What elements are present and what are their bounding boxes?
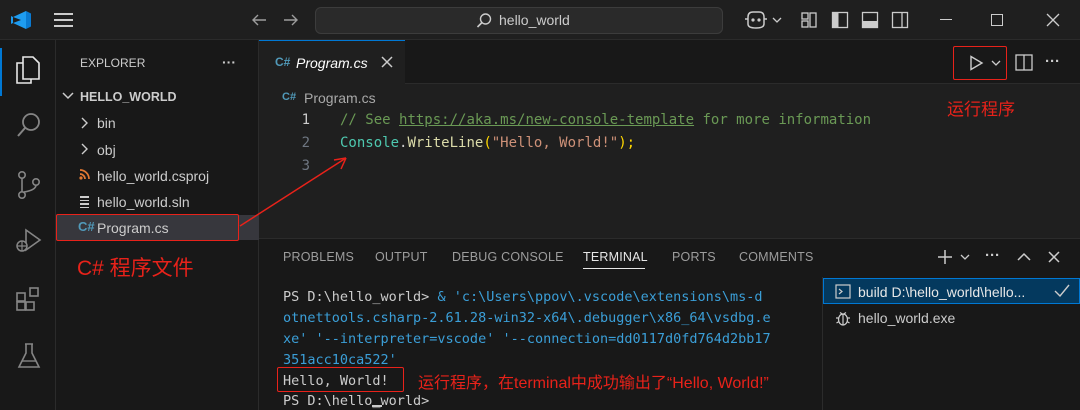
terminal-line: PS D:\hello_world> & 'c:\Users\ppov\.vsc… — [283, 289, 763, 305]
check-icon — [1054, 284, 1070, 297]
comment-link[interactable]: https://aka.ms/new-console-template — [399, 112, 694, 128]
search-view-icon[interactable] — [16, 112, 42, 140]
tree-item-label: hello_world.sln — [97, 194, 190, 210]
chevron-right-icon — [81, 143, 88, 155]
minimize-button[interactable] — [940, 19, 952, 20]
close-tab-icon[interactable] — [381, 56, 393, 68]
terminal-prompt: PS D:\hello_world> — [283, 289, 430, 305]
csharp-breadcrumb-icon: C# — [282, 91, 297, 103]
breadcrumb[interactable]: Program.cs — [304, 90, 376, 106]
tree-item-label: hello_world.csproj — [97, 168, 210, 184]
terminal-line: xe' '--interpreter=vscode' '--connection… — [283, 331, 771, 347]
forward-arrow-icon[interactable] — [282, 11, 300, 29]
back-arrow-icon[interactable] — [250, 11, 268, 29]
method-token: WriteLine — [407, 135, 484, 151]
toggle-panel-icon[interactable] — [861, 11, 879, 29]
annotation-box-output — [277, 367, 404, 392]
vscode-logo-icon — [11, 11, 31, 29]
terminal-icon — [835, 284, 851, 299]
class-token: Console — [340, 135, 400, 151]
panel-tab-output[interactable]: OUTPUT — [375, 250, 428, 264]
panel-tab-comments[interactable]: COMMENTS — [739, 250, 814, 264]
maximize-panel-icon[interactable] — [1017, 252, 1031, 262]
comment-text: // See — [340, 112, 400, 128]
paren-token: ); — [618, 135, 636, 151]
editor-tab-label: Program.cs — [296, 55, 368, 71]
lines-icon — [80, 196, 89, 208]
toggle-primary-sidebar-icon[interactable] — [831, 11, 849, 29]
copilot-icon[interactable] — [744, 10, 768, 30]
new-terminal-icon[interactable] — [937, 249, 953, 265]
tree-item-label: obj — [97, 142, 116, 158]
terminal-session-label: build D:\hello_world\hello... — [858, 284, 1026, 300]
chevron-right-icon — [81, 117, 88, 129]
chevron-down-icon[interactable] — [62, 91, 74, 101]
panel-tab-terminal[interactable]: TERMINAL — [583, 250, 648, 264]
terminal-command: & 'c:\Users\ppov\.vscode\extensions\ms-d — [429, 289, 763, 305]
panel-tab-debug-console[interactable]: DEBUG CONSOLE — [452, 250, 564, 264]
search-icon — [476, 13, 492, 28]
customize-layout-icon[interactable] — [801, 12, 817, 28]
annotation-box-program-cs — [56, 214, 239, 241]
rss-icon — [79, 169, 90, 180]
paren-token: ( — [483, 135, 492, 151]
terminal-line: otnettools.csharp-2.61.28-win32-x64\.deb… — [283, 310, 771, 326]
terminal-cursor — [372, 405, 382, 407]
workspace-folder[interactable]: HELLO_WORLD — [80, 90, 177, 104]
active-tab-underline — [583, 268, 645, 269]
code-line-1[interactable]: // See https://aka.ms/new-console-templa… — [340, 112, 871, 128]
terminal-line: 351acc10ca522' — [283, 352, 397, 368]
comment-text: for more information — [694, 112, 872, 128]
line-number: 1 — [301, 112, 310, 128]
debug-bug-icon — [836, 312, 850, 326]
annotation-run-program: 运行程序 — [947, 100, 1015, 119]
annotation-arrow — [239, 157, 347, 227]
string-token: "Hello, World!" — [491, 135, 619, 151]
explorer-icon[interactable] — [15, 55, 41, 85]
menu-icon[interactable] — [54, 13, 73, 27]
tree-item-label: bin — [97, 115, 116, 131]
annotation-cs-file: C# 程序文件 — [77, 257, 194, 280]
extensions-icon[interactable] — [15, 285, 43, 313]
terminal-session-label: hello_world.exe — [858, 310, 956, 326]
chevron-down-icon[interactable] — [960, 254, 970, 261]
close-window-button[interactable] — [1046, 13, 1060, 27]
explorer-title: EXPLORER — [80, 56, 146, 70]
maximize-button[interactable] — [991, 14, 1003, 26]
split-editor-icon[interactable] — [1015, 54, 1033, 71]
chevron-down-icon[interactable] — [772, 16, 782, 24]
editor-more-icon[interactable]: ··· — [1045, 53, 1060, 70]
panel-tab-ports[interactable]: PORTS — [672, 250, 716, 264]
run-debug-icon[interactable] — [14, 226, 44, 256]
panel-more-icon[interactable]: ··· — [985, 247, 1000, 264]
csharp-tab-icon: C# — [275, 55, 291, 69]
toggle-secondary-sidebar-icon[interactable] — [891, 11, 909, 29]
code-line-2[interactable]: Console.WriteLine("Hello, World!"); — [340, 135, 635, 151]
panel-tab-problems[interactable]: PROBLEMS — [283, 250, 354, 264]
annotation-terminal-note: 运行程序，在terminal中成功输出了“Hello, World!” — [418, 375, 769, 392]
close-panel-icon[interactable] — [1048, 251, 1060, 263]
terminal-line: PS D:\hello_world> — [283, 393, 430, 409]
annotation-box-run — [953, 46, 1007, 80]
source-control-icon[interactable] — [16, 170, 42, 200]
line-number: 2 — [301, 135, 310, 151]
search-label: hello_world — [499, 12, 570, 28]
activity-active-indicator — [0, 48, 2, 96]
explorer-more-button[interactable]: ··· — [222, 54, 236, 70]
testing-icon[interactable] — [16, 342, 42, 370]
